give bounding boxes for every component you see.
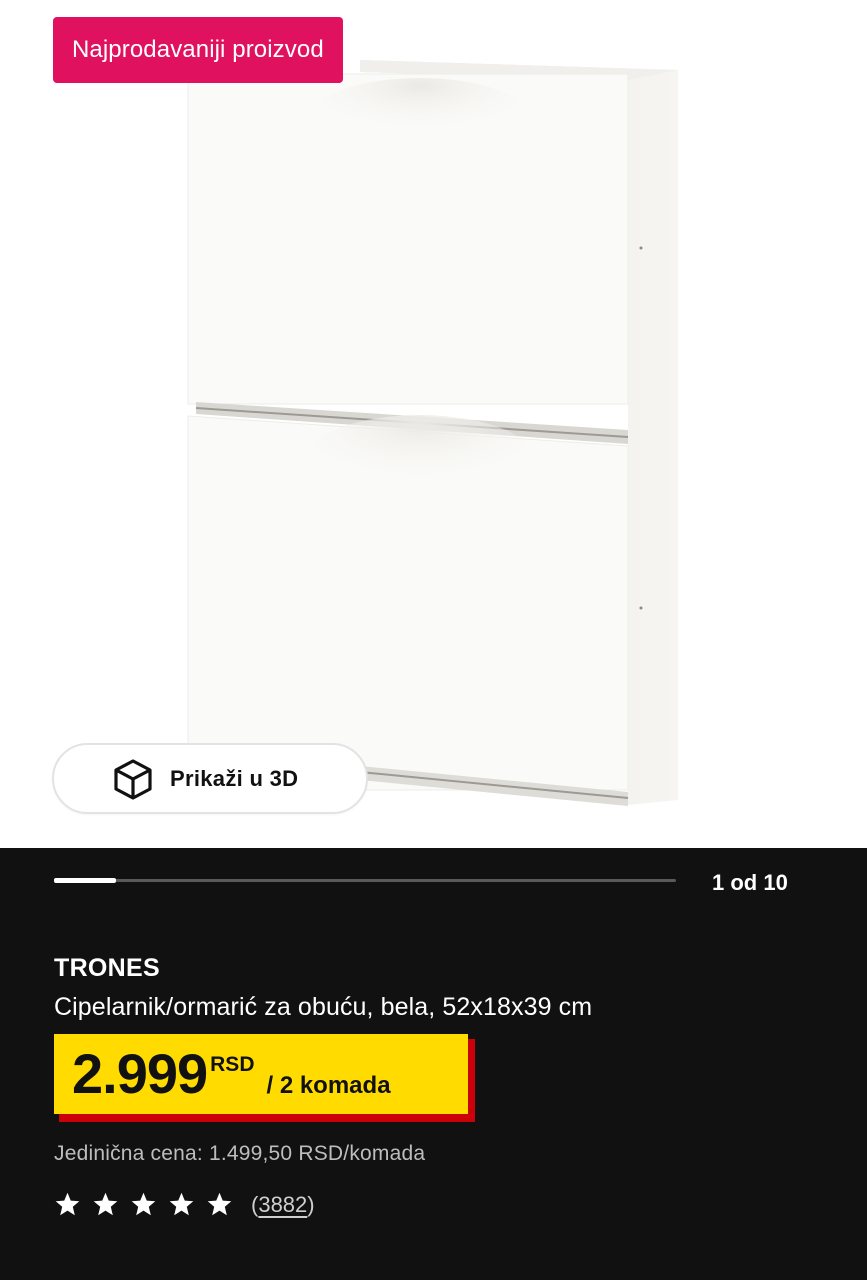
price-currency: RSD <box>210 1053 255 1076</box>
product-image[interactable] <box>0 0 867 848</box>
review-count-number[interactable]: 3882 <box>258 1192 307 1217</box>
bestseller-badge: Najprodavaniji proizvod <box>53 17 343 83</box>
gallery-pager: 1 od 10 <box>712 870 788 895</box>
cube-icon <box>114 758 152 800</box>
star-icon <box>93 1192 118 1216</box>
gallery-progress-bar <box>54 878 676 883</box>
product-name[interactable]: TRONES <box>54 954 160 983</box>
product-info: 1 od 10 TRONES Cipelarnik/ormarić za obu… <box>0 848 867 1280</box>
star-icon <box>131 1192 156 1216</box>
price-box: 2.999 RSD / 2 komada <box>54 1034 468 1114</box>
rating-stars <box>54 1191 244 1218</box>
price-unit: / 2 komada <box>266 1072 391 1099</box>
gallery-progress-fill <box>54 878 117 883</box>
view-3d-button[interactable]: Prikaži u 3D <box>52 743 368 814</box>
unit-price: Jedinična cena: 1.499,50 RSD/komada <box>54 1142 426 1165</box>
price-tag: 2.999 RSD / 2 komada <box>54 1034 475 1122</box>
star-icon <box>169 1192 194 1216</box>
price-amount: 2.999 <box>72 1042 208 1105</box>
view-3d-label: Prikaži u 3D <box>170 765 299 791</box>
review-count[interactable]: (3882) <box>251 1192 315 1218</box>
star-icon <box>207 1192 232 1216</box>
review-close-paren: ) <box>307 1191 315 1217</box>
product-description: Cipelarnik/ormarić za obuću, bela, 52x18… <box>54 993 593 1021</box>
star-icon <box>55 1192 80 1216</box>
product-gallery[interactable]: Najprodavaniji proizvod Prikaži u 3D <box>0 0 867 848</box>
rating[interactable]: (3882) <box>54 1191 315 1218</box>
